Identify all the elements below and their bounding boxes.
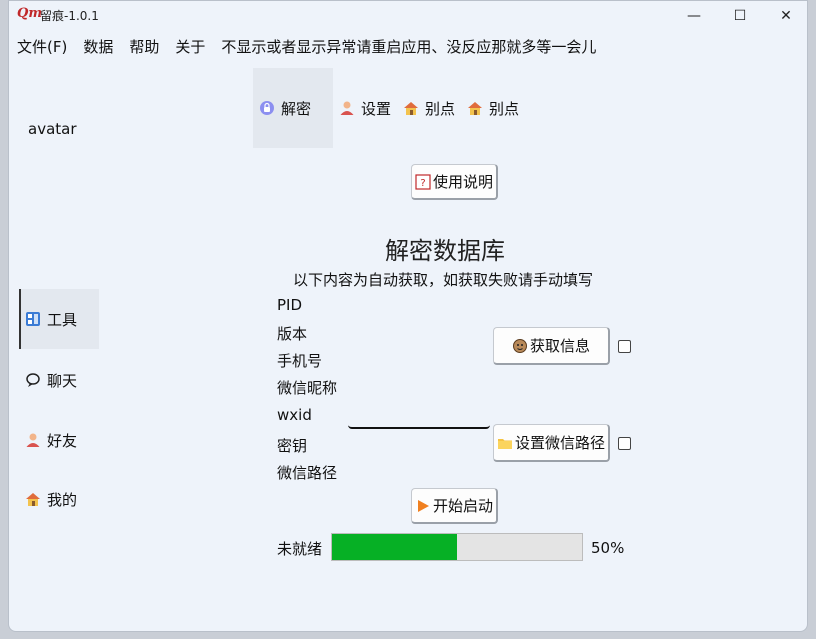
menu-about[interactable]: 关于 — [167, 34, 205, 60]
house-icon — [403, 100, 419, 116]
field-label-nickname: 微信昵称 — [277, 379, 338, 397]
info-icon — [512, 338, 528, 354]
sidebar-item-chat[interactable]: 聊天 — [19, 350, 99, 410]
tab-label: 设置 — [361, 99, 392, 118]
maximize-icon: ☐ — [733, 8, 747, 24]
get-info-button[interactable]: 获取信息 — [493, 327, 610, 365]
tab-settings[interactable]: 设置 — [333, 68, 397, 148]
close-icon: ✕ — [780, 8, 792, 24]
tab-dont-click-1[interactable]: 别点 — [397, 68, 461, 148]
chat-icon — [25, 372, 41, 388]
minimize-icon: — — [687, 8, 701, 24]
sidebar-item-label: 聊天 — [47, 371, 78, 390]
tab-label: 解密 — [281, 99, 312, 118]
home-icon — [25, 491, 41, 507]
title-bar: Qm 留痕-1.0.1 — ☐ ✕ — [9, 1, 807, 31]
start-button-label: 开始启动 — [432, 497, 493, 515]
progress-fill — [332, 534, 457, 560]
progress-bar — [331, 533, 583, 561]
menu-file[interactable]: 文件(F) — [9, 34, 67, 60]
wxid-input[interactable] — [348, 403, 490, 429]
get-info-checkbox[interactable] — [618, 340, 631, 353]
progress-percent: 50% — [591, 539, 625, 557]
start-button[interactable]: 开始启动 — [411, 488, 498, 524]
sidebar-item-label: 我的 — [47, 490, 78, 509]
set-wechat-path-button[interactable]: 设置微信路径 — [493, 424, 610, 462]
house-icon — [467, 100, 483, 116]
page-subtitle: 以下内容为自动获取，如获取失败请手动填写 — [293, 271, 594, 289]
tool-icon — [25, 311, 41, 327]
get-info-button-label: 获取信息 — [529, 337, 590, 355]
play-icon — [415, 498, 431, 514]
sidebar-item-friends[interactable]: 好友 — [19, 410, 99, 470]
person-icon — [339, 100, 355, 116]
menu-bar: 文件(F) 数据 帮助 关于 不显示或者显示异常请重启应用、没反应那就多等一会儿 — [9, 34, 604, 60]
minimize-button[interactable]: — — [671, 3, 717, 29]
folder-icon — [497, 435, 513, 451]
avatar[interactable]: avatar — [28, 120, 77, 138]
field-label-phone: 手机号 — [277, 352, 323, 370]
sidebar-item-label: 工具 — [47, 310, 78, 329]
help-button[interactable]: ? 使用说明 — [411, 164, 498, 200]
person-icon — [25, 432, 41, 448]
sidebar-item-tools[interactable]: 工具 — [19, 289, 99, 349]
wechat-path-checkbox[interactable] — [618, 437, 631, 450]
status-label: 未就绪 — [277, 540, 323, 558]
sidebar-item-label: 好友 — [47, 431, 78, 450]
question-icon: ? — [415, 173, 431, 190]
svg-text:?: ? — [420, 178, 425, 189]
menu-help[interactable]: 帮助 — [121, 34, 159, 60]
help-button-label: 使用说明 — [432, 173, 493, 191]
app-logo: Qm — [17, 6, 43, 21]
field-label-key: 密钥 — [277, 437, 308, 455]
decrypt-icon — [259, 100, 275, 116]
menu-data[interactable]: 数据 — [75, 34, 113, 60]
tab-decrypt[interactable]: 解密 — [253, 68, 333, 148]
set-wechat-path-button-label: 设置微信路径 — [514, 434, 605, 452]
app-window: Qm 留痕-1.0.1 — ☐ ✕ 文件(F) 数据 帮助 关于 不显示或者显示… — [8, 0, 808, 632]
field-label-wechat-path: 微信路径 — [277, 464, 338, 482]
window-title: 留痕-1.0.1 — [40, 9, 99, 23]
tab-dont-click-2[interactable]: 别点 — [461, 68, 525, 148]
close-button[interactable]: ✕ — [763, 3, 807, 29]
tab-bar: 解密 设置 别点 别点 — [253, 68, 525, 148]
field-label-wxid: wxid — [277, 406, 312, 424]
page-title: 解密数据库 — [385, 237, 505, 265]
maximize-button[interactable]: ☐ — [717, 3, 763, 29]
field-label-pid: PID — [277, 296, 303, 314]
menu-notice[interactable]: 不显示或者显示异常请重启应用、没反应那就多等一会儿 — [213, 34, 596, 60]
tab-label: 别点 — [489, 99, 520, 118]
field-label-version: 版本 — [277, 325, 308, 343]
tab-label: 别点 — [425, 99, 456, 118]
sidebar-item-mine[interactable]: 我的 — [19, 469, 99, 529]
